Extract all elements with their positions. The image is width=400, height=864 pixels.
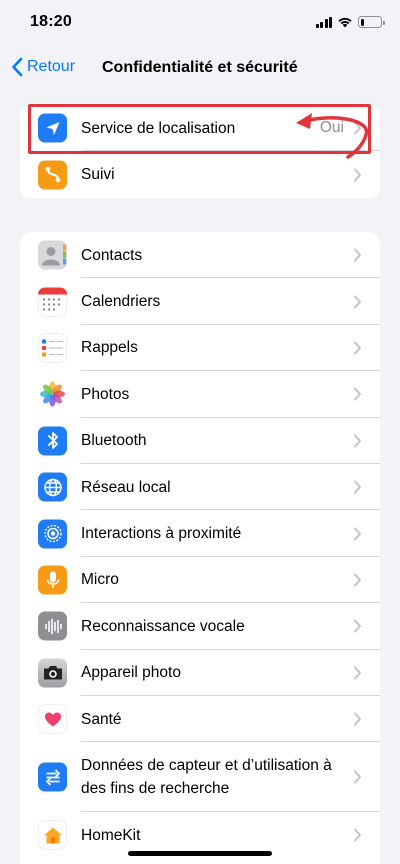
row-calendars[interactable]: Calendriers <box>20 278 380 325</box>
camera-icon <box>38 658 67 688</box>
row-label: Santé <box>81 710 122 728</box>
battery-icon <box>358 16 385 28</box>
waveform-icon <box>38 611 67 641</box>
chevron-right-icon <box>354 770 361 784</box>
location-arrow-icon <box>38 113 67 143</box>
row-label: Rappels <box>81 339 138 357</box>
home-icon <box>38 820 67 850</box>
chevron-right-icon <box>354 434 361 448</box>
status-icons <box>315 15 385 29</box>
home-indicator <box>128 851 272 856</box>
chevron-left-icon <box>12 57 23 77</box>
chevron-right-icon <box>354 527 361 541</box>
research-icon <box>38 762 67 792</box>
row-label: Interactions à proximité <box>81 525 242 543</box>
chevron-right-icon <box>354 666 361 680</box>
row-label: Service de localisation <box>81 119 236 137</box>
row-local-network[interactable]: Réseau local <box>20 464 380 511</box>
back-button[interactable]: Retour <box>11 57 75 77</box>
row-label: Micro <box>81 571 119 589</box>
row-bluetooth[interactable]: Bluetooth <box>20 418 380 464</box>
chevron-right-icon <box>354 828 361 842</box>
status-time: 18:20 <box>30 13 72 30</box>
row-health[interactable]: Santé <box>20 696 380 743</box>
chevron-right-icon <box>354 480 361 494</box>
chevron-right-icon <box>354 121 361 135</box>
row-label: Photos <box>81 385 130 403</box>
row-label: Données de capteur et d’utilisation à de… <box>81 757 332 798</box>
row-label: Appareil photo <box>81 664 181 682</box>
calendar-icon <box>38 287 67 317</box>
health-heart-icon <box>38 704 67 734</box>
app-permissions-group: Contacts Calendriers Rappels Photos Blue… <box>20 232 380 864</box>
navigation-bar: Retour Confidentialité et sécurité <box>0 50 400 86</box>
row-label: Calendriers <box>81 293 161 311</box>
chevron-right-icon <box>354 712 361 726</box>
row-label: Bluetooth <box>81 432 147 450</box>
chevron-right-icon <box>354 341 361 355</box>
location-tracking-group: Service de localisation Oui Suivi <box>20 105 380 198</box>
row-microphone[interactable]: Micro <box>20 557 380 604</box>
row-contacts[interactable]: Contacts <box>20 232 380 279</box>
page-title: Confidentialité et sécurité <box>102 59 298 76</box>
microphone-icon <box>38 565 67 595</box>
chevron-right-icon <box>354 573 361 587</box>
nearby-icon <box>38 519 67 549</box>
reminders-icon <box>38 333 67 363</box>
row-label: Contacts <box>81 246 143 264</box>
row-sensor-research-data[interactable]: Données de capteur et d’utilisation à de… <box>20 742 380 813</box>
row-photos[interactable]: Photos <box>20 371 380 418</box>
row-label: Réseau local <box>81 478 171 496</box>
back-label: Retour <box>27 58 76 75</box>
globe-icon <box>38 472 67 502</box>
row-label: Suivi <box>81 166 115 184</box>
row-reminders[interactable]: Rappels <box>20 325 380 372</box>
photos-icon <box>38 379 67 409</box>
row-label: HomeKit <box>81 826 141 844</box>
chevron-right-icon <box>354 168 361 182</box>
wifi-icon <box>338 17 352 28</box>
chevron-right-icon <box>354 295 361 309</box>
tracking-icon <box>38 160 67 190</box>
chevron-right-icon <box>354 248 361 262</box>
row-camera[interactable]: Appareil photo <box>20 650 380 696</box>
row-value: Oui <box>319 119 344 137</box>
row-label: Reconnaissance vocale <box>81 617 245 635</box>
chevron-right-icon <box>354 619 361 633</box>
chevron-right-icon <box>354 387 361 401</box>
row-tracking[interactable]: Suivi <box>20 151 380 197</box>
row-nearby-interactions[interactable]: Interactions à proximité <box>20 510 380 557</box>
cellular-signal-icon <box>315 16 332 28</box>
bluetooth-icon <box>38 426 67 456</box>
status-bar: 18:20 <box>0 0 400 44</box>
contacts-icon <box>38 240 67 270</box>
row-location-services[interactable]: Service de localisation Oui <box>20 105 380 152</box>
row-speech-recognition[interactable]: Reconnaissance vocale <box>20 603 380 650</box>
